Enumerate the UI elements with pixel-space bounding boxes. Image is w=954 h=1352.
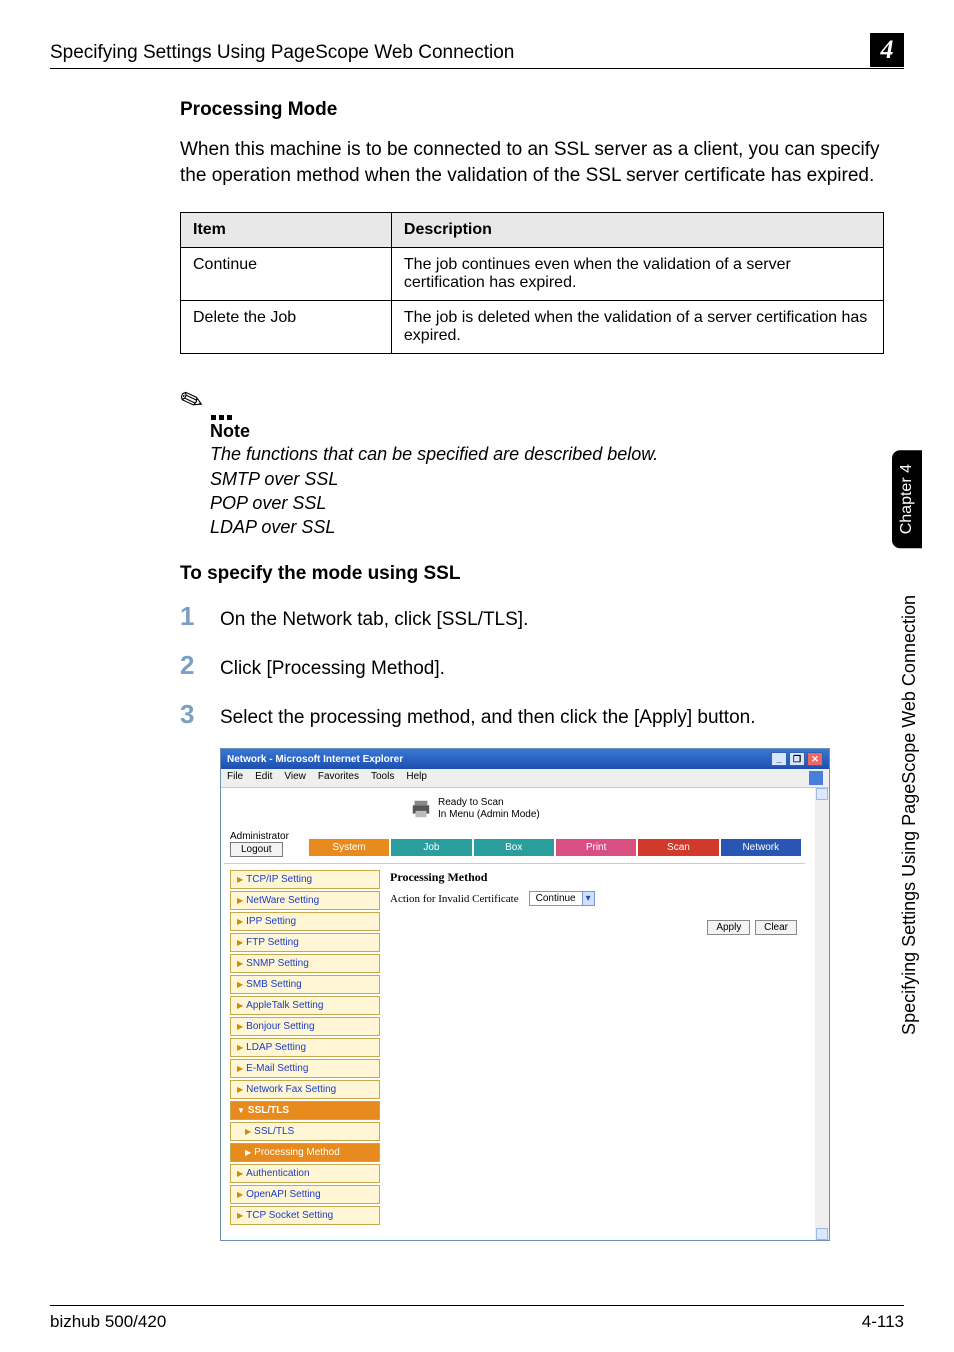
sidebar-item-tcpsocket[interactable]: ▶TCP Socket Setting [230, 1206, 380, 1225]
sidebar-item-ldap[interactable]: ▶LDAP Setting [230, 1038, 380, 1057]
chapter-number-badge: 4 [870, 33, 904, 67]
table-cell-item: Continue [181, 248, 392, 301]
step-text: Select the processing method, and then c… [220, 707, 756, 729]
table-row: Continue The job continues even when the… [181, 248, 884, 301]
processing-mode-table: Item Description Continue The job contin… [180, 212, 884, 354]
sidebar-item-networkfax[interactable]: ▶Network Fax Setting [230, 1080, 380, 1099]
section-intro: When this machine is to be connected to … [180, 137, 884, 188]
maximize-button[interactable]: ❐ [789, 752, 805, 766]
menu-favorites[interactable]: Favorites [318, 771, 359, 785]
table-cell-desc: The job is deleted when the validation o… [391, 301, 883, 354]
sidebar-section-ssltls[interactable]: ▼SSL/TLS [230, 1101, 380, 1120]
menu-file[interactable]: File [227, 771, 243, 785]
note-line: POP over SSL [210, 491, 884, 515]
field-label-action: Action for Invalid Certificate [390, 893, 519, 905]
step-text: On the Network tab, click [SSL/TLS]. [220, 609, 528, 631]
dropdown-value: Continue [530, 892, 582, 905]
sidebar-item-ftp[interactable]: ▶FTP Setting [230, 933, 380, 952]
table-header-description: Description [391, 213, 883, 248]
menu-tools[interactable]: Tools [371, 771, 394, 785]
close-button[interactable]: ✕ [807, 752, 823, 766]
ie-logo-icon [809, 771, 823, 785]
note-ellipsis-icon [211, 407, 235, 425]
note-icon: ✎ [175, 381, 208, 420]
tab-box[interactable]: Box [474, 839, 554, 856]
sidebar-item-ssltls[interactable]: ▶SSL/TLS [230, 1122, 380, 1141]
section-heading-processing-mode: Processing Mode [180, 99, 884, 121]
scroll-up-button[interactable] [816, 788, 828, 800]
step-number-3: 3 [180, 699, 220, 730]
table-header-item: Item [181, 213, 392, 248]
side-vertical-text: Specifying Settings Using PageScope Web … [899, 595, 920, 1035]
printer-icon [410, 798, 432, 820]
sidebar-item-processing-method[interactable]: ▶Processing Method [230, 1143, 380, 1162]
note-line: The functions that can be specified are … [210, 442, 884, 466]
browser-menubar: File Edit View Favorites Tools Help [221, 769, 829, 788]
main-panel: Processing Method Action for Invalid Cer… [390, 870, 801, 1227]
apply-button[interactable]: Apply [707, 920, 750, 935]
sidebar-item-openapi[interactable]: ▶OpenAPI Setting [230, 1185, 380, 1204]
tab-print[interactable]: Print [556, 839, 636, 856]
status-mode: In Menu (Admin Mode) [438, 809, 540, 821]
tab-job[interactable]: Job [391, 839, 471, 856]
tab-system[interactable]: System [309, 839, 389, 856]
panel-heading: Processing Method [390, 870, 801, 885]
note-label: Note [210, 421, 884, 442]
sidebar-item-ipp[interactable]: ▶IPP Setting [230, 912, 380, 931]
footer-right: 4-113 [862, 1312, 904, 1332]
running-head: Specifying Settings Using PageScope Web … [50, 42, 514, 64]
chevron-down-icon: ▾ [582, 892, 594, 905]
sidebar-item-smb[interactable]: ▶SMB Setting [230, 975, 380, 994]
sidebar-item-bonjour[interactable]: ▶Bonjour Setting [230, 1017, 380, 1036]
sidebar-item-appletalk[interactable]: ▶AppleTalk Setting [230, 996, 380, 1015]
step-number-1: 1 [180, 601, 220, 632]
table-row: Delete the Job The job is deleted when t… [181, 301, 884, 354]
table-cell-desc: The job continues even when the validati… [391, 248, 883, 301]
sidebar-item-snmp[interactable]: ▶SNMP Setting [230, 954, 380, 973]
sidebar-item-authentication[interactable]: ▶Authentication [230, 1164, 380, 1183]
clear-button[interactable]: Clear [755, 920, 797, 935]
sidebar-item-email[interactable]: ▶E-Mail Setting [230, 1059, 380, 1078]
window-title: Network - Microsoft Internet Explorer [227, 754, 403, 765]
browser-window: Network - Microsoft Internet Explorer _ … [220, 748, 830, 1241]
minimize-button[interactable]: _ [771, 752, 787, 766]
footer-left: bizhub 500/420 [50, 1312, 166, 1332]
note-line: SMTP over SSL [210, 467, 884, 491]
sidebar-item-tcpip[interactable]: ▶TCP/IP Setting [230, 870, 380, 889]
step-number-2: 2 [180, 650, 220, 681]
side-chapter-tab: Chapter 4 [892, 450, 922, 548]
tab-scan[interactable]: Scan [638, 839, 718, 856]
menu-help[interactable]: Help [406, 771, 427, 785]
window-titlebar[interactable]: Network - Microsoft Internet Explorer _ … [221, 749, 829, 769]
action-dropdown[interactable]: Continue ▾ [529, 891, 595, 906]
menu-edit[interactable]: Edit [255, 771, 272, 785]
step-text: Click [Processing Method]. [220, 658, 445, 680]
admin-label: Administrator [230, 831, 289, 842]
scroll-down-button[interactable] [816, 1228, 828, 1240]
tab-network[interactable]: Network [721, 839, 801, 856]
logout-button[interactable]: Logout [230, 842, 283, 857]
table-cell-item: Delete the Job [181, 301, 392, 354]
menu-view[interactable]: View [284, 771, 306, 785]
sidebar: ▶TCP/IP Setting ▶NetWare Setting ▶IPP Se… [230, 870, 380, 1227]
note-line: LDAP over SSL [210, 515, 884, 539]
subheading-specify-mode: To specify the mode using SSL [180, 563, 884, 585]
status-ready: Ready to Scan [438, 797, 540, 809]
sidebar-item-netware[interactable]: ▶NetWare Setting [230, 891, 380, 910]
